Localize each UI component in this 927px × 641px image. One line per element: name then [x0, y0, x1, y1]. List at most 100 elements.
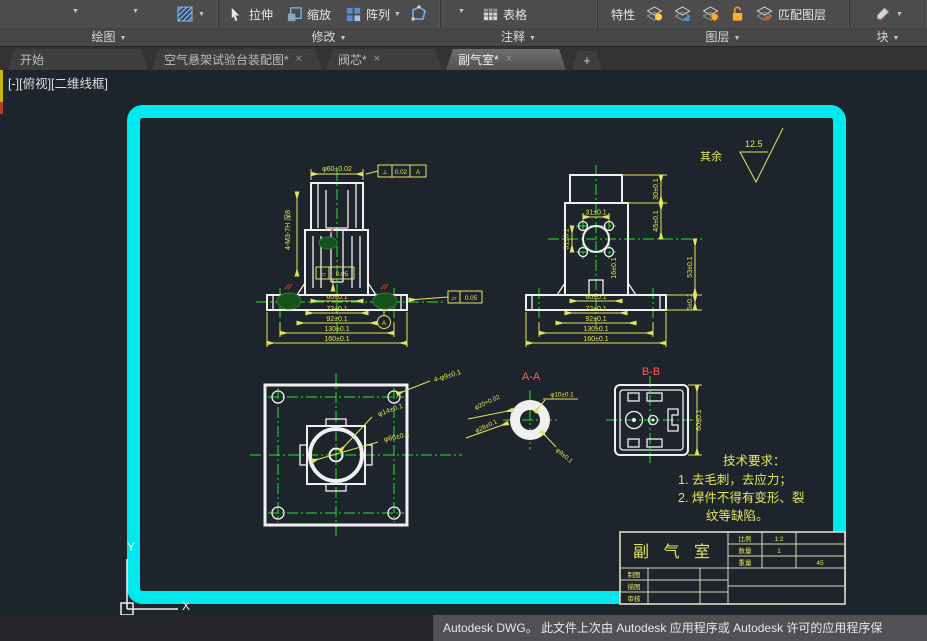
tolerance-datum: A	[416, 169, 421, 176]
dim-text: 6±0.1	[687, 293, 694, 311]
panel-label-block[interactable]: 块 ▼	[849, 28, 927, 46]
tab-label: 副气室*	[458, 53, 499, 67]
scale-button[interactable]: 缩放	[286, 3, 331, 25]
dim-text: φ28±0.1	[474, 418, 499, 434]
model-space[interactable]: [-][俯视][二维线框] φ60±0.02 ⊥ 0.02 A 4-M3-7H …	[0, 70, 927, 615]
layer-arrow-icon	[674, 6, 691, 21]
palette-sliver	[0, 70, 3, 102]
chevron-down-icon: ▼	[119, 35, 127, 42]
panel-label-draw[interactable]: 绘图 ▼	[0, 28, 218, 46]
edit-polyline-button[interactable]	[410, 3, 428, 25]
flatness-symbol: ▱	[452, 295, 457, 302]
thread-note: 4-M3-7H 深8	[283, 210, 292, 250]
tab-label: 空气悬架试验台装配图*	[164, 53, 289, 67]
chevron-down-icon: ▼	[394, 10, 401, 18]
scale-icon	[287, 6, 302, 21]
dim-text: 160±0.1	[583, 336, 608, 343]
stretch-button[interactable]: 拉伸	[228, 3, 273, 25]
status-message: Autodesk DWG。 此文件上次由 Autodesk 应用程序或 Auto…	[433, 615, 927, 641]
dim-text: φ60±0.02	[322, 166, 352, 173]
dim-text: 45±0.1	[653, 210, 660, 231]
roughness-icon	[739, 127, 784, 184]
match-layer-button[interactable]: 匹配图层	[755, 3, 826, 25]
field-value: 1:2	[774, 536, 783, 543]
layer-sun-icon	[702, 6, 719, 22]
tab-label: 阀芯*	[338, 53, 367, 67]
chevron-down-icon: ▼	[733, 35, 741, 42]
status-bar: Autodesk DWG。 此文件上次由 Autodesk 应用程序或 Auto…	[0, 615, 927, 641]
section-bb: B-B 60±0.1	[606, 366, 703, 464]
tab-air-chamber[interactable]: 副气室* ×	[446, 49, 566, 70]
panel-label-modify[interactable]: 修改 ▼	[218, 28, 440, 46]
unlock-icon	[732, 6, 743, 21]
weld-symbol	[318, 236, 338, 250]
dim-text: 60±0.1	[696, 409, 703, 430]
field-label: 比例	[739, 534, 752, 543]
tech-item: 2. 焊件不得有变形、裂	[678, 490, 804, 505]
file-tab-bar: 开始 空气悬架试验台装配图* × 阀芯* × 副气室* × +	[0, 47, 927, 70]
ribbon-panel-draw: ▼ ▼ ▼ 绘图 ▼	[0, 0, 219, 46]
ucs-y-label: Y	[127, 540, 135, 554]
array-button[interactable]: 阵列 ▼	[345, 3, 401, 25]
hatch-icon	[177, 6, 193, 22]
hatch-button[interactable]: ▼	[176, 3, 205, 25]
tolerance-symbol: ⊥	[382, 169, 388, 176]
chevron-down-icon[interactable]: ▼	[132, 8, 139, 15]
tab-assembly-drawing[interactable]: 空气悬架试验台装配图* ×	[152, 49, 322, 70]
roughness-prefix: 其余	[700, 149, 722, 163]
layer-lock-button[interactable]	[729, 3, 746, 25]
tech-item: 纹等缺陷。	[706, 508, 769, 523]
title-block: 副 气 室 比例 1:2 数量 1 重量 45 制图 描图 审核	[619, 531, 846, 605]
layer-on-button[interactable]	[645, 3, 664, 25]
tech-requirements: 技术要求： 1. 去毛刺，去应力； 2. 焊件不得有变形、裂 纹等缺陷。	[678, 454, 804, 523]
ribbon-panel-modify: 拉伸 缩放 阵列 ▼ 修改 ▼	[218, 0, 441, 46]
field-label: 数量	[739, 546, 753, 555]
tab-valve-core[interactable]: 阀芯* ×	[326, 49, 442, 70]
dim-text: φ9±0.1	[554, 447, 574, 465]
palette-sliver	[0, 102, 3, 114]
viewport-label[interactable]: [-][俯视][二维线框]	[8, 76, 108, 91]
chevron-down-icon: ▼	[896, 10, 903, 18]
layer-isolate-button[interactable]	[673, 3, 692, 25]
dim-text: 31±0.1	[585, 210, 606, 217]
layer-bulb-icon	[646, 6, 663, 21]
chevron-down-icon[interactable]: ▼	[72, 8, 79, 15]
part-name: 副 气 室	[633, 543, 715, 561]
drawing-canvas[interactable]: [-][俯视][二维线框] φ60±0.02 ⊥ 0.02 A 4-M3-7H …	[0, 70, 927, 615]
dim-text: 72±0.1	[585, 306, 606, 313]
field-value: 1	[777, 548, 781, 555]
table-button[interactable]: 表格	[482, 3, 527, 25]
dim-text: φ20+0.02	[474, 394, 502, 412]
dim-text: 130±0.1	[324, 326, 349, 333]
layer-freeze-button[interactable]	[701, 3, 720, 25]
datum-label: A	[382, 320, 387, 327]
new-tab-button[interactable]: +	[572, 51, 602, 70]
dim-text: 130±0.1	[583, 326, 608, 333]
close-icon[interactable]: ×	[374, 54, 380, 65]
ribbon-panel-annotate: ▼ 表格 注释 ▼	[440, 0, 598, 46]
field-label: 审核	[628, 594, 642, 603]
panel-label-layers[interactable]: 图层 ▼	[597, 28, 849, 46]
front-view: φ60±0.02 ⊥ 0.02 A 4-M3-7H 深8 ▱ 0.05 A ▱ …	[256, 164, 483, 347]
side-view: 31±0.1 31±0.1 30±0.1 45±0.1 53±0.1 6±0.1…	[525, 165, 702, 347]
panel-label-annotate[interactable]: 注释 ▼	[440, 28, 597, 46]
ribbon-panel-block: ▼ 块 ▼	[849, 0, 927, 46]
close-icon[interactable]: ×	[296, 54, 302, 65]
weld-symbol	[372, 292, 398, 310]
dim-text: 30±0.1	[653, 178, 660, 199]
stretch-icon	[231, 7, 240, 21]
tab-start[interactable]: 开始	[8, 49, 148, 70]
sheet-frame	[127, 105, 846, 604]
chevron-down-icon[interactable]: ▼	[458, 8, 465, 15]
block-edit-button[interactable]: ▼	[873, 3, 903, 25]
flatness-symbol: ▱	[321, 271, 326, 278]
dim-text: 31±0.1	[564, 228, 571, 249]
dim-text: φ14±0.1	[377, 403, 404, 418]
section-label: B-B	[642, 366, 660, 378]
dim-text: 160±0.1	[324, 336, 349, 343]
material-value: 45	[816, 560, 824, 567]
bottom-view: 4-φ9±0.1 φ14±0.1 φ66±0.1	[250, 369, 462, 537]
tech-item: 1. 去毛刺，去应力；	[678, 472, 792, 487]
dim-text: 92±0.1	[326, 316, 347, 323]
close-icon[interactable]: ×	[506, 54, 512, 65]
